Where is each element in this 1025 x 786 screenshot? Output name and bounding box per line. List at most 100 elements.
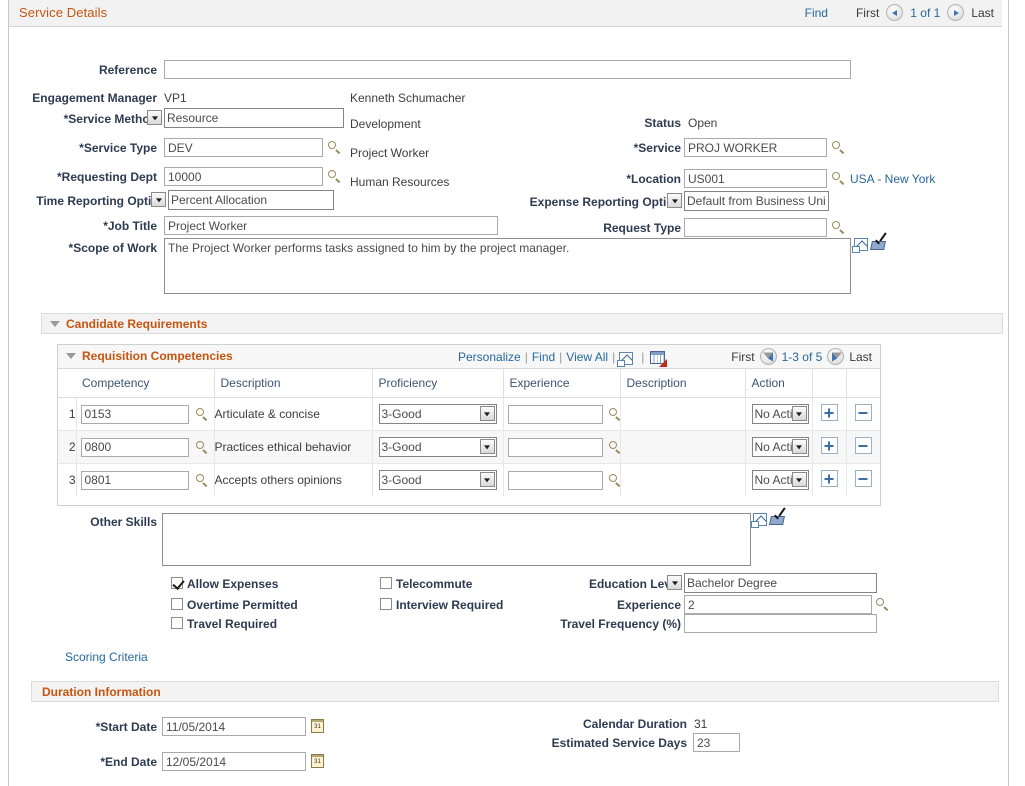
travel-frequency-input[interactable] (684, 614, 877, 633)
column-header-experience[interactable]: Experience (503, 369, 620, 398)
other-skills-textarea[interactable] (162, 513, 751, 566)
add-row-button[interactable] (821, 437, 838, 454)
scope-of-work-textarea[interactable]: The Project Worker performs tasks assign… (164, 238, 851, 294)
competency-input[interactable] (81, 405, 189, 424)
travel-required-checkbox[interactable] (171, 617, 183, 629)
experience-input[interactable] (508, 438, 603, 457)
proficiency-select[interactable]: 3-Good (379, 404, 497, 424)
engagement-manager-label: Engagement Manager (9, 91, 157, 105)
grid-counter: 1-3 of 5 (782, 350, 823, 364)
first-link[interactable]: First (856, 6, 879, 20)
scoring-criteria-link[interactable]: Scoring Criteria (65, 650, 148, 664)
action-dropdown[interactable]: No Action (752, 404, 809, 424)
education-level-select[interactable]: Bachelor Degree (684, 573, 877, 593)
allow-expenses-checkbox[interactable] (171, 577, 183, 589)
next-page-icon[interactable] (947, 4, 964, 21)
proficiency-dropdown[interactable]: 3-Good (379, 470, 497, 490)
service-type-lookup-icon[interactable] (327, 140, 342, 155)
experience-input[interactable] (684, 595, 872, 614)
column-header-add (812, 369, 846, 398)
rownum-header (58, 369, 76, 398)
proficiency-select[interactable]: 3-Good (379, 437, 497, 457)
expand-other-skills-icon[interactable] (753, 513, 767, 526)
service-lookup-icon[interactable] (831, 140, 846, 155)
service-type-input[interactable] (164, 138, 323, 157)
previous-page-icon[interactable] (886, 4, 903, 21)
end-date-calendar-icon[interactable] (311, 754, 324, 768)
expense-reporting-option-select[interactable]: Default from Business Unit (684, 191, 829, 211)
expand-scope-of-work-icon[interactable] (854, 238, 868, 251)
delete-row-button[interactable] (855, 404, 872, 421)
travel-required-label: Travel Required (187, 617, 277, 631)
start-date-calendar-icon[interactable] (311, 719, 324, 733)
column-header-description[interactable]: Description (214, 369, 372, 398)
add-row-button[interactable] (821, 404, 838, 421)
time-reporting-option-label: Time Reporting Option (9, 194, 166, 208)
requesting-dept-input[interactable] (164, 167, 323, 186)
find-link[interactable]: Find (805, 6, 828, 20)
request-type-input[interactable] (684, 218, 827, 237)
job-title-input[interactable] (164, 216, 498, 235)
last-link[interactable]: Last (971, 6, 994, 20)
time-reporting-option-select[interactable]: Percent Allocation (168, 190, 334, 210)
location-input[interactable] (684, 169, 827, 188)
proficiency-dropdown[interactable]: 3-Good (379, 404, 497, 424)
location-description-link[interactable]: USA - New York (850, 172, 935, 186)
column-header-competency[interactable]: Competency (76, 369, 214, 398)
action-dropdown[interactable]: No Action (752, 470, 809, 490)
cell-delete (846, 398, 880, 431)
action-select[interactable]: No Action (752, 404, 809, 424)
competency-lookup-icon[interactable] (195, 407, 210, 422)
end-date-input[interactable] (162, 752, 306, 771)
action-select[interactable]: No Action (752, 437, 809, 457)
spellcheck-scope-of-work-icon[interactable] (871, 237, 888, 252)
grid-previous-icon[interactable] (760, 348, 777, 365)
competency-lookup-icon[interactable] (195, 440, 210, 455)
expand-grid-icon[interactable] (619, 352, 633, 365)
grid-next-icon[interactable] (827, 348, 844, 365)
column-header-description2[interactable]: Description (620, 369, 745, 398)
service-method-select[interactable]: Resource (164, 108, 344, 128)
cell-action: No Action (745, 464, 812, 497)
separator: | (525, 350, 528, 364)
reference-input[interactable] (164, 60, 851, 79)
experience-input[interactable] (508, 471, 603, 490)
add-row-button[interactable] (821, 470, 838, 487)
download-grid-icon[interactable] (650, 351, 666, 366)
competency-input[interactable] (81, 471, 189, 490)
service-input[interactable] (684, 138, 827, 157)
start-date-input[interactable] (162, 717, 306, 736)
action-dropdown[interactable]: No Action (752, 437, 809, 457)
delete-row-button[interactable] (855, 470, 872, 487)
grid-find-link[interactable]: Find (532, 350, 555, 364)
expense-reporting-option-label: Expense Reporting Option (504, 195, 681, 209)
location-lookup-icon[interactable] (831, 171, 846, 186)
competencies-table: Competency Description Proficiency Exper… (58, 369, 880, 496)
competency-lookup-icon[interactable] (195, 473, 210, 488)
cell-experience (503, 464, 620, 497)
requesting-dept-lookup-icon[interactable] (327, 169, 342, 184)
spellcheck-other-skills-icon[interactable] (770, 512, 787, 527)
experience-input[interactable] (508, 405, 603, 424)
delete-row-button[interactable] (855, 437, 872, 454)
page-header-bar: Service Details Find First 1 of 1 Last (9, 0, 1002, 27)
telecommute-checkbox[interactable] (380, 577, 392, 589)
action-select[interactable]: No Action (752, 470, 809, 490)
proficiency-select[interactable]: 3-Good (379, 470, 497, 490)
proficiency-dropdown[interactable]: 3-Good (379, 437, 497, 457)
overtime-permitted-checkbox[interactable] (171, 598, 183, 610)
collapse-candidate-requirements-icon[interactable] (50, 321, 60, 327)
personalize-link[interactable]: Personalize (458, 350, 521, 364)
service-label: *Service (569, 141, 681, 155)
request-type-lookup-icon[interactable] (831, 220, 846, 235)
estimated-service-days-input[interactable] (693, 733, 740, 752)
grid-first-link[interactable]: First (731, 350, 754, 364)
column-header-proficiency[interactable]: Proficiency (372, 369, 503, 398)
experience-lookup-icon[interactable] (875, 597, 890, 612)
competency-input[interactable] (81, 438, 189, 457)
view-all-link[interactable]: View All (566, 350, 608, 364)
grid-last-link[interactable]: Last (849, 350, 872, 364)
column-header-action[interactable]: Action (745, 369, 812, 398)
collapse-requisition-competencies-icon[interactable] (66, 353, 76, 359)
interview-required-checkbox[interactable] (380, 598, 392, 610)
